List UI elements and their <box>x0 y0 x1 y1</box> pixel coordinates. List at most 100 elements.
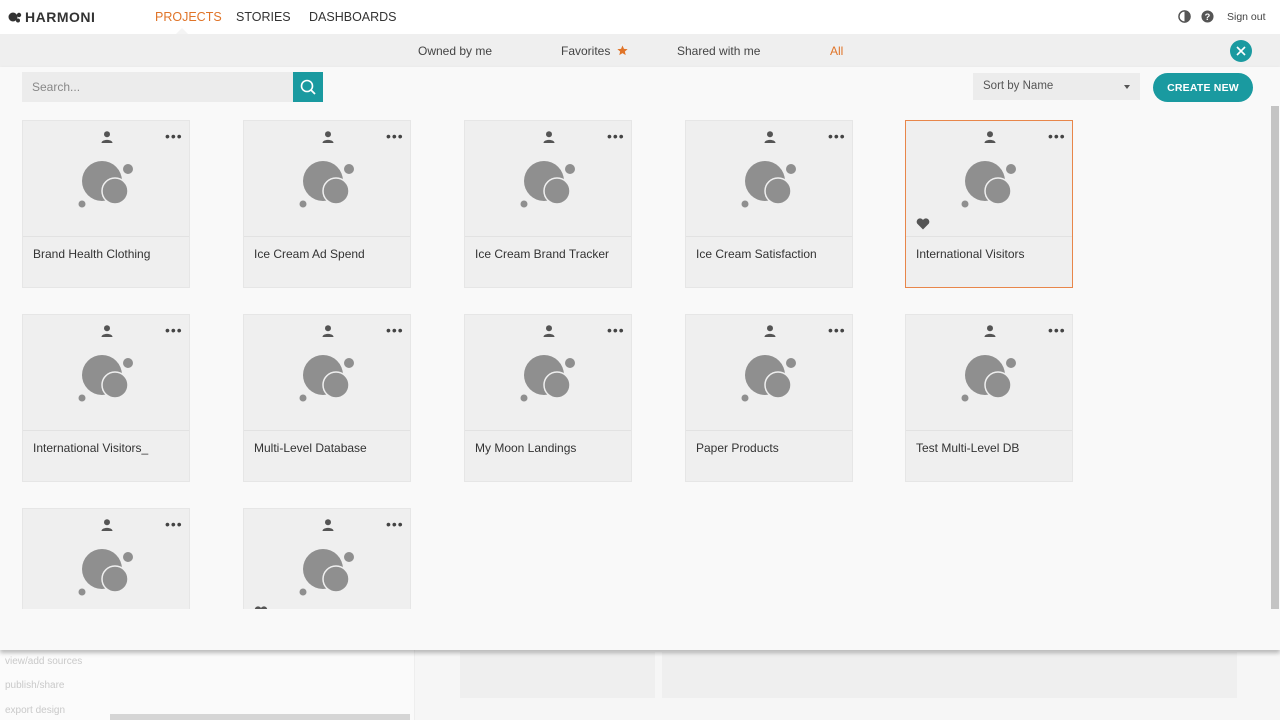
project-bubbles-icon <box>299 549 354 596</box>
more-options-icon[interactable]: ••• <box>386 323 404 337</box>
project-title: Multi-Level Database <box>254 441 367 455</box>
project-card[interactable]: ••• My Moon Landings <box>464 314 632 482</box>
project-bubbles-icon <box>961 355 1016 402</box>
bg-sidebar-item-export[interactable]: export design <box>5 705 65 716</box>
more-options-icon[interactable]: ••• <box>1048 323 1066 337</box>
card-thumbnail: ••• <box>244 121 410 237</box>
vertical-scrollbar[interactable] <box>1271 106 1279 609</box>
filter-shared-with-me[interactable]: Shared with me <box>677 44 760 58</box>
project-title: International Visitors_ <box>33 441 149 455</box>
contrast-icon[interactable] <box>1178 10 1191 23</box>
owner-user-icon <box>322 131 334 143</box>
filter-favorites[interactable]: Favorites <box>561 44 628 58</box>
project-bubbles-icon <box>741 355 796 402</box>
project-title: Ice Cream Ad Spend <box>254 247 365 261</box>
chevron-down-icon <box>1124 85 1130 89</box>
sign-out-link[interactable]: Sign out <box>1227 11 1266 23</box>
more-options-icon[interactable]: ••• <box>607 323 625 337</box>
filter-owned-by-me[interactable]: Owned by me <box>418 44 492 58</box>
nav-stories[interactable]: STORIES <box>236 10 291 24</box>
owner-user-icon <box>984 325 996 337</box>
project-title: Test Multi-Level DB <box>916 441 1020 455</box>
search-button[interactable] <box>293 72 323 102</box>
help-icon[interactable]: ? <box>1201 10 1214 23</box>
card-thumbnail: ••• <box>244 315 410 431</box>
search-icon <box>300 79 316 95</box>
project-title: My Moon Landings <box>475 441 577 455</box>
more-options-icon[interactable]: ••• <box>165 517 183 531</box>
more-options-icon[interactable]: ••• <box>165 323 183 337</box>
card-thumbnail: ••• <box>686 121 852 237</box>
project-bubbles-icon <box>741 161 796 208</box>
create-new-button[interactable]: CREATE NEW <box>1153 73 1253 102</box>
background-panel <box>662 652 1237 698</box>
more-options-icon[interactable]: ••• <box>828 323 846 337</box>
more-options-icon[interactable]: ••• <box>1048 129 1066 143</box>
project-title: Brand Health Clothing <box>33 247 151 261</box>
project-bubbles-icon <box>299 355 354 402</box>
owner-user-icon <box>322 325 334 337</box>
project-card[interactable]: ••• Test Multi-Level DB <box>905 314 1073 482</box>
project-bubbles-icon <box>299 161 354 208</box>
card-thumbnail: ••• <box>465 315 631 431</box>
project-bubbles-icon <box>78 161 133 208</box>
card-thumbnail: ••• <box>906 315 1072 431</box>
filter-all[interactable]: All <box>830 44 843 58</box>
background-sidebar: view/add sources publish/share export de… <box>0 650 110 720</box>
project-card[interactable]: ••• Brand Health Clothing <box>22 120 190 288</box>
heart-icon[interactable] <box>254 606 268 609</box>
owner-user-icon <box>101 519 113 531</box>
project-bubbles-icon <box>520 355 575 402</box>
project-card[interactable]: ••• Paper Products <box>685 314 853 482</box>
background-column <box>110 650 415 720</box>
background-scrollbar[interactable] <box>110 714 410 720</box>
nav-projects[interactable]: PROJECTS <box>155 10 222 24</box>
more-options-icon[interactable]: ••• <box>607 129 625 143</box>
search-bar <box>22 72 323 102</box>
more-options-icon[interactable]: ••• <box>386 517 404 531</box>
project-bubbles-icon <box>520 161 575 208</box>
project-bubbles-icon <box>78 549 133 596</box>
more-options-icon[interactable]: ••• <box>828 129 846 143</box>
owner-user-icon <box>764 131 776 143</box>
heart-icon[interactable] <box>916 218 930 230</box>
search-input[interactable] <box>22 72 293 102</box>
close-icon <box>1236 46 1246 56</box>
card-thumbnail: ••• <box>23 509 189 609</box>
project-card[interactable]: ••• <box>22 508 190 609</box>
top-nav-bar: HARMONI PROJECTS STORIES DASHBOARDS ? Si… <box>0 0 1280 34</box>
card-thumbnail: ••• <box>23 315 189 431</box>
project-bubbles-icon <box>78 355 133 402</box>
project-card[interactable]: ••• Ice Cream Ad Spend <box>243 120 411 288</box>
logo-text: HARMONI <box>25 9 96 25</box>
bg-sidebar-item-sources[interactable]: view/add sources <box>5 656 82 667</box>
project-title: Ice Cream Brand Tracker <box>475 247 610 261</box>
project-card[interactable]: ••• Ice Cream Satisfaction <box>685 120 853 288</box>
project-card[interactable]: ••• Ice Cream Brand Tracker <box>464 120 632 288</box>
sort-dropdown[interactable]: Sort by Name <box>973 73 1140 100</box>
projects-overlay: Sort by Name CREATE NEW ••• Brand Health … <box>0 67 1280 650</box>
project-title: International Visitors <box>916 247 1025 261</box>
background-panel <box>460 652 655 698</box>
project-card[interactable]: ••• International Visitors_ <box>22 314 190 482</box>
nav-dashboards[interactable]: DASHBOARDS <box>309 10 397 24</box>
star-icon <box>617 45 628 56</box>
filter-favorites-label: Favorites <box>561 44 611 58</box>
project-card[interactable]: ••• International Visitors <box>905 120 1073 288</box>
more-options-icon[interactable]: ••• <box>386 129 404 143</box>
card-thumbnail: ••• <box>23 121 189 237</box>
sort-dropdown-label: Sort by Name <box>983 80 1054 92</box>
harmoni-logo-icon <box>8 12 22 23</box>
owner-user-icon <box>984 131 996 143</box>
more-options-icon[interactable]: ••• <box>165 129 183 143</box>
logo[interactable]: HARMONI <box>8 9 95 25</box>
project-card[interactable]: ••• Multi-Level Database <box>243 314 411 482</box>
project-card[interactable]: ••• <box>243 508 411 609</box>
close-button[interactable] <box>1230 40 1252 62</box>
svg-text:?: ? <box>1205 12 1211 22</box>
project-title: Paper Products <box>696 441 779 455</box>
card-thumbnail: ••• <box>686 315 852 431</box>
bg-sidebar-item-publish[interactable]: publish/share <box>5 680 64 691</box>
card-thumbnail: ••• <box>244 509 410 609</box>
owner-user-icon <box>543 325 555 337</box>
